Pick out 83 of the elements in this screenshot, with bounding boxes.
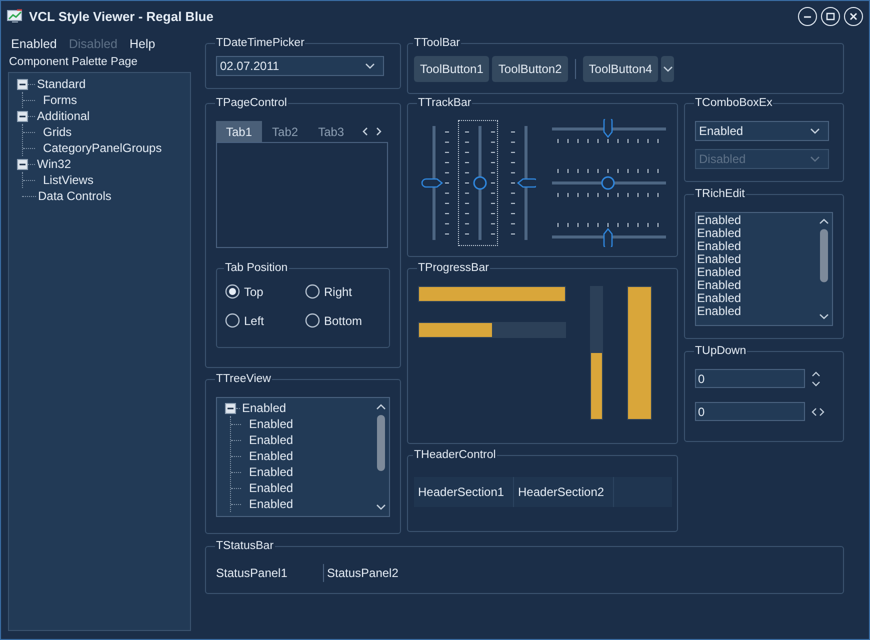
slider-thumb[interactable]: [517, 178, 536, 188]
menu-item[interactable]: Help: [124, 37, 162, 51]
panel-label: Component Palette Page: [8, 55, 139, 70]
tree-item[interactable]: ListViews: [43, 173, 94, 187]
collapse-icon[interactable]: [225, 402, 236, 414]
left-right-arrows-icon[interactable]: [811, 406, 825, 416]
radio-button[interactable]: Left: [225, 313, 305, 328]
chevron-down-icon: [365, 63, 375, 69]
group-title: TTrackBar: [417, 97, 472, 109]
text-line: Enabled: [697, 279, 742, 292]
group-title: TUpDown: [694, 345, 748, 357]
toolbar-button[interactable]: ToolButton4: [582, 56, 658, 82]
tree-item[interactable]: Enabled: [249, 433, 294, 447]
close-button[interactable]: [844, 6, 863, 26]
slider-thumb[interactable]: [473, 176, 487, 190]
chevron-left-icon[interactable]: [362, 127, 368, 136]
maximize-button[interactable]: [821, 6, 840, 26]
slider-thumb[interactable]: [601, 176, 615, 190]
text-line: Enabled: [697, 266, 742, 279]
status-text: StatusPanel1: [216, 566, 288, 580]
tree-item[interactable]: Enabled: [249, 465, 294, 479]
minimize-button[interactable]: [798, 6, 817, 26]
group-title: TPageControl: [215, 97, 288, 109]
tree-item[interactable]: Grids: [43, 125, 72, 139]
collapse-icon[interactable]: [17, 78, 28, 90]
toolbar-button[interactable]: ToolButton1: [414, 56, 490, 82]
number-field[interactable]: 0: [695, 369, 805, 388]
group-title: Tab Position: [224, 262, 289, 274]
tree-item[interactable]: Enabled: [249, 481, 294, 495]
rich-edit-field[interactable]: Enabled Enabled Enabled Enabled Enabled Enabled Enabled Enabled: [695, 212, 833, 326]
text-line: Enabled: [697, 227, 742, 240]
tab[interactable]: Tab2: [262, 121, 308, 142]
menu-item[interactable]: Enabled: [5, 37, 63, 51]
chevron-down-icon: [810, 128, 820, 134]
dropdown-button[interactable]: [661, 56, 674, 82]
radio-button[interactable]: Bottom: [305, 313, 385, 328]
group-title: TProgressBar: [417, 262, 490, 274]
toolbar-button[interactable]: ToolButton2: [492, 56, 568, 82]
text-line: Enabled: [697, 305, 742, 318]
tree-item[interactable]: Enabled: [242, 401, 286, 415]
tree-item[interactable]: Enabled: [249, 449, 294, 463]
text-line: Enabled: [697, 240, 742, 253]
group-title: TDateTimePicker: [215, 37, 306, 49]
text-line: Enabled: [697, 292, 742, 305]
tree-item[interactable]: Additional: [37, 109, 90, 123]
group-title: TComboBoxEx: [694, 97, 774, 109]
tree-item[interactable]: Forms: [43, 93, 77, 107]
window-title: VCL Style Viewer - Regal Blue: [29, 8, 214, 24]
tree-item[interactable]: Enabled: [249, 417, 294, 431]
status-text: StatusPanel2: [327, 566, 400, 580]
text-line: Enabled: [697, 253, 742, 266]
group-title: TToolBar: [413, 37, 462, 49]
chevron-right-icon[interactable]: [376, 127, 382, 136]
group-title: TStatusBar: [215, 540, 275, 552]
header-section[interactable]: HeaderSection1: [414, 477, 514, 507]
slider-thumb[interactable]: [421, 178, 443, 188]
slider-thumb[interactable]: [603, 228, 613, 247]
group-title: TTreeView: [215, 373, 272, 385]
tree-item[interactable]: Win32: [37, 157, 72, 171]
close-icon: [849, 12, 858, 20]
chevron-down-icon: [810, 156, 820, 162]
group-title: THeaderControl: [413, 449, 497, 461]
date-picker[interactable]: 02.07.2011: [216, 56, 384, 76]
combo-box[interactable]: Enabled: [695, 121, 829, 141]
collapse-icon[interactable]: [17, 110, 28, 122]
radio-button[interactable]: Top: [225, 284, 305, 299]
slider-thumb[interactable]: [603, 119, 613, 138]
tree-item[interactable]: Enabled: [249, 497, 294, 511]
chevron-down-icon: [662, 66, 673, 72]
tab[interactable]: Tab1: [216, 121, 262, 142]
tab[interactable]: Tab3: [308, 121, 354, 142]
text-line: Enabled: [697, 214, 742, 227]
up-down-arrows-icon[interactable]: [811, 370, 821, 388]
group-title: TRichEdit: [694, 188, 746, 200]
radio-button[interactable]: Right: [305, 284, 385, 299]
tree-item[interactable]: Data Controls: [38, 189, 112, 203]
tree-item[interactable]: Standard: [37, 77, 86, 91]
number-field[interactable]: 0: [695, 402, 805, 421]
app-icon: [7, 9, 23, 23]
tree-item[interactable]: CategoryPanelGroups: [43, 141, 162, 155]
collapse-icon[interactable]: [17, 158, 28, 170]
header-section[interactable]: HeaderSection2: [514, 477, 614, 507]
maximize-icon: [826, 12, 835, 20]
